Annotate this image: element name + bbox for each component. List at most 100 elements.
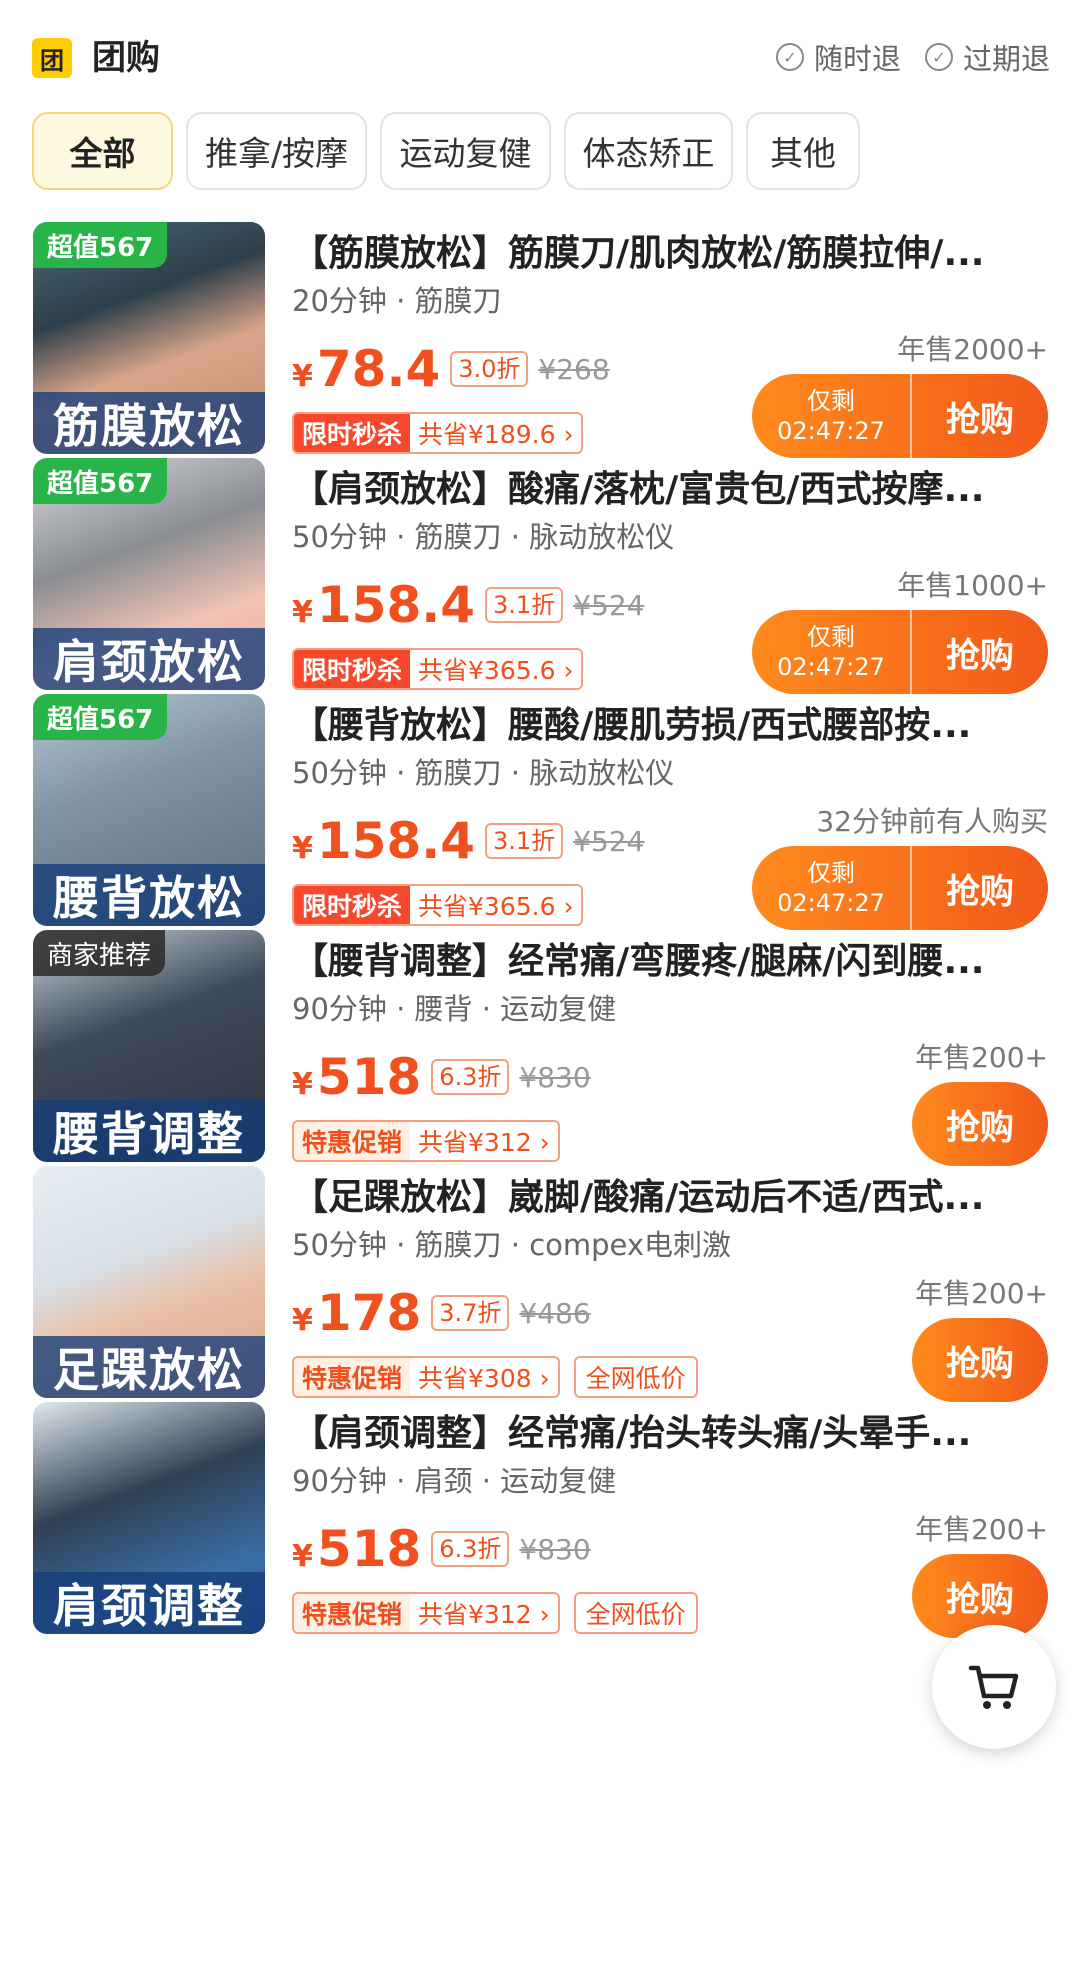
product-item[interactable]: 肩颈调整 【肩颈调整】经常痛/抬头转头痛/头晕手... 90分钟 · 肩颈 · … [0,1402,1080,1642]
cart-button[interactable] [932,1625,1056,1749]
product-title[interactable]: 【肩颈调整】经常痛/抬头转头痛/头晕手... [292,1404,1042,1456]
thumb-badge: 超值567 [33,694,168,740]
discount-badge: 3.1折 [485,823,564,859]
buy-button[interactable]: 抢购 [912,1082,1048,1166]
promo-tag[interactable]: 特惠促销 共省¥308 › [292,1356,560,1398]
page-title: 团购 [92,38,160,78]
current-price: 518 [316,1520,422,1578]
product-thumbnail[interactable]: 肩颈调整 [33,1402,265,1634]
current-price: 518 [316,1048,422,1106]
sales-info: 年售200+ [915,1041,1048,1074]
promo-tag[interactable]: 限时秒杀 共省¥189.6 › [292,412,584,454]
product-title[interactable]: 【肩颈放松】酸痛/落枕/富贵包/西式按摩... [292,460,1042,512]
promo-row: 限时秒杀 共省¥189.6 › [292,412,584,454]
guarantee-label: 过期退 [962,42,1050,76]
countdown-label: 仅剩 [807,623,855,651]
countdown: 仅剩 02:47:27 [752,610,912,694]
product-title[interactable]: 【足踝放松】崴脚/酸痛/运动后不适/西式... [292,1168,1042,1220]
promo-row: 特惠促销 共省¥312 › [292,1120,560,1162]
lowest-price-tag: 全网低价 [573,1592,698,1634]
thumb-caption: 肩颈调整 [33,1572,265,1634]
discount-badge: 6.3折 [431,1531,510,1567]
product-meta: 90分钟 · 肩颈 · 运动复健 [292,1464,617,1498]
current-price: 78.4 [316,340,441,398]
buy-label: 抢购 [946,1107,1014,1148]
tab-massage[interactable]: 推拿/按摩 [186,112,367,190]
sales-info: 年售1000+ [897,569,1048,602]
lowest-price-tag: 全网低价 [573,1356,698,1398]
price-row: ¥ 158.4 3.1折 ¥524 [292,812,644,870]
buy-button[interactable]: 仅剩 02:47:27 抢购 [752,610,1048,694]
product-meta: 50分钟 · 筋膜刀 · compex电刺激 [292,1228,732,1262]
promo-tag[interactable]: 限时秒杀 共省¥365.6 › [292,884,584,926]
product-title[interactable]: 【腰背放松】腰酸/腰肌劳损/西式腰部按... [292,696,1042,748]
current-price: 178 [316,1284,422,1342]
savings-amount: 共省¥308 › [410,1358,558,1396]
tab-sports-rehab[interactable]: 运动复健 [380,112,551,190]
current-price: 158.4 [316,576,476,634]
promo-label: 限时秒杀 [294,886,411,924]
tab-all[interactable]: 全部 [32,112,173,190]
product-thumbnail[interactable]: 商家推荐 腰背调整 [33,930,265,1162]
product-item[interactable]: 超值567 肩颈放松 【肩颈放松】酸痛/落枕/富贵包/西式按摩... 50分钟 … [0,458,1080,698]
original-price: ¥524 [573,588,645,622]
buy-label: 抢购 [946,399,1014,440]
product-item[interactable]: 商家推荐 腰背调整 【腰背调整】经常痛/弯腰疼/腿麻/闪到腰... 90分钟 ·… [0,930,1080,1170]
discount-badge: 3.1折 [485,587,564,623]
buy-label: 抢购 [946,1343,1014,1384]
tuan-logo: 团 [32,38,72,78]
category-tabs: 全部 推拿/按摩 运动复健 体态矫正 其他 [32,112,860,190]
check-circle-icon: ✓ [924,43,953,71]
product-thumbnail[interactable]: 超值567 肩颈放松 [33,458,265,690]
countdown-label: 仅剩 [807,387,855,415]
savings-amount: 共省¥189.6 › [410,414,582,452]
tab-posture[interactable]: 体态矫正 [564,112,733,190]
product-title[interactable]: 【筋膜放松】筋膜刀/肌肉放松/筋膜拉伸/... [292,224,1042,276]
thumb-caption: 足踝放松 [33,1336,265,1398]
promo-row: 特惠促销 共省¥312 › 全网低价 [292,1592,698,1634]
promo-tag[interactable]: 限时秒杀 共省¥365.6 › [292,648,584,690]
product-item[interactable]: 足踝放松 【足踝放松】崴脚/酸痛/运动后不适/西式... 50分钟 · 筋膜刀 … [0,1166,1080,1406]
countdown-time: 02:47:27 [777,653,885,681]
thumb-badge: 超值567 [33,458,168,504]
product-item[interactable]: 超值567 筋膜放松 【筋膜放松】筋膜刀/肌肉放松/筋膜拉伸/... 20分钟 … [0,222,1080,462]
product-meta: 50分钟 · 筋膜刀 · 脉动放松仪 [292,756,675,790]
product-thumbnail[interactable]: 超值567 筋膜放松 [33,222,265,454]
sales-info: 年售200+ [915,1277,1048,1310]
promo-row: 限时秒杀 共省¥365.6 › [292,648,584,690]
product-thumbnail[interactable]: 足踝放松 [33,1166,265,1398]
price-row: ¥ 158.4 3.1折 ¥524 [292,576,644,634]
promo-tag[interactable]: 特惠促销 共省¥312 › [292,1592,560,1634]
buy-label: 抢购 [946,1579,1014,1620]
original-price: ¥268 [538,352,610,386]
discount-badge: 6.3折 [431,1059,510,1095]
thumb-caption: 腰背调整 [33,1100,265,1162]
buy-button[interactable]: 仅剩 02:47:27 抢购 [752,374,1048,458]
countdown-time: 02:47:27 [777,417,885,445]
product-title[interactable]: 【腰背调整】经常痛/弯腰疼/腿麻/闪到腰... [292,932,1042,984]
promo-label: 特惠促销 [294,1122,411,1160]
guarantee-label: 随时退 [813,42,901,76]
currency-symbol: ¥ [292,359,313,394]
original-price: ¥830 [519,1532,591,1566]
promo-row: 特惠促销 共省¥308 › 全网低价 [292,1356,698,1398]
check-circle-icon: ✓ [775,43,804,71]
product-thumbnail[interactable]: 超值567 腰背放松 [33,694,265,926]
guarantee-expiry-refund: ✓ 过期退 [924,36,1050,78]
thumb-caption: 肩颈放松 [33,628,265,690]
promo-label: 限时秒杀 [294,414,411,452]
tab-other[interactable]: 其他 [746,112,860,190]
promo-tag[interactable]: 特惠促销 共省¥312 › [292,1120,560,1162]
countdown-time: 02:47:27 [777,889,885,917]
sales-info: 年售200+ [915,1513,1048,1546]
cart-icon [968,1665,1019,1709]
discount-badge: 3.0折 [450,351,529,387]
promo-row: 限时秒杀 共省¥365.6 › [292,884,584,926]
savings-amount: 共省¥312 › [410,1122,558,1160]
buy-button[interactable]: 仅剩 02:47:27 抢购 [752,846,1048,930]
price-row: ¥ 178 3.7折 ¥486 [292,1284,591,1342]
product-item[interactable]: 超值567 腰背放松 【腰背放松】腰酸/腰肌劳损/西式腰部按... 50分钟 ·… [0,694,1080,934]
buy-button[interactable]: 抢购 [912,1318,1048,1402]
currency-symbol: ¥ [292,1067,313,1102]
guarantee-anytime-refund: ✓ 随时退 [775,36,901,78]
